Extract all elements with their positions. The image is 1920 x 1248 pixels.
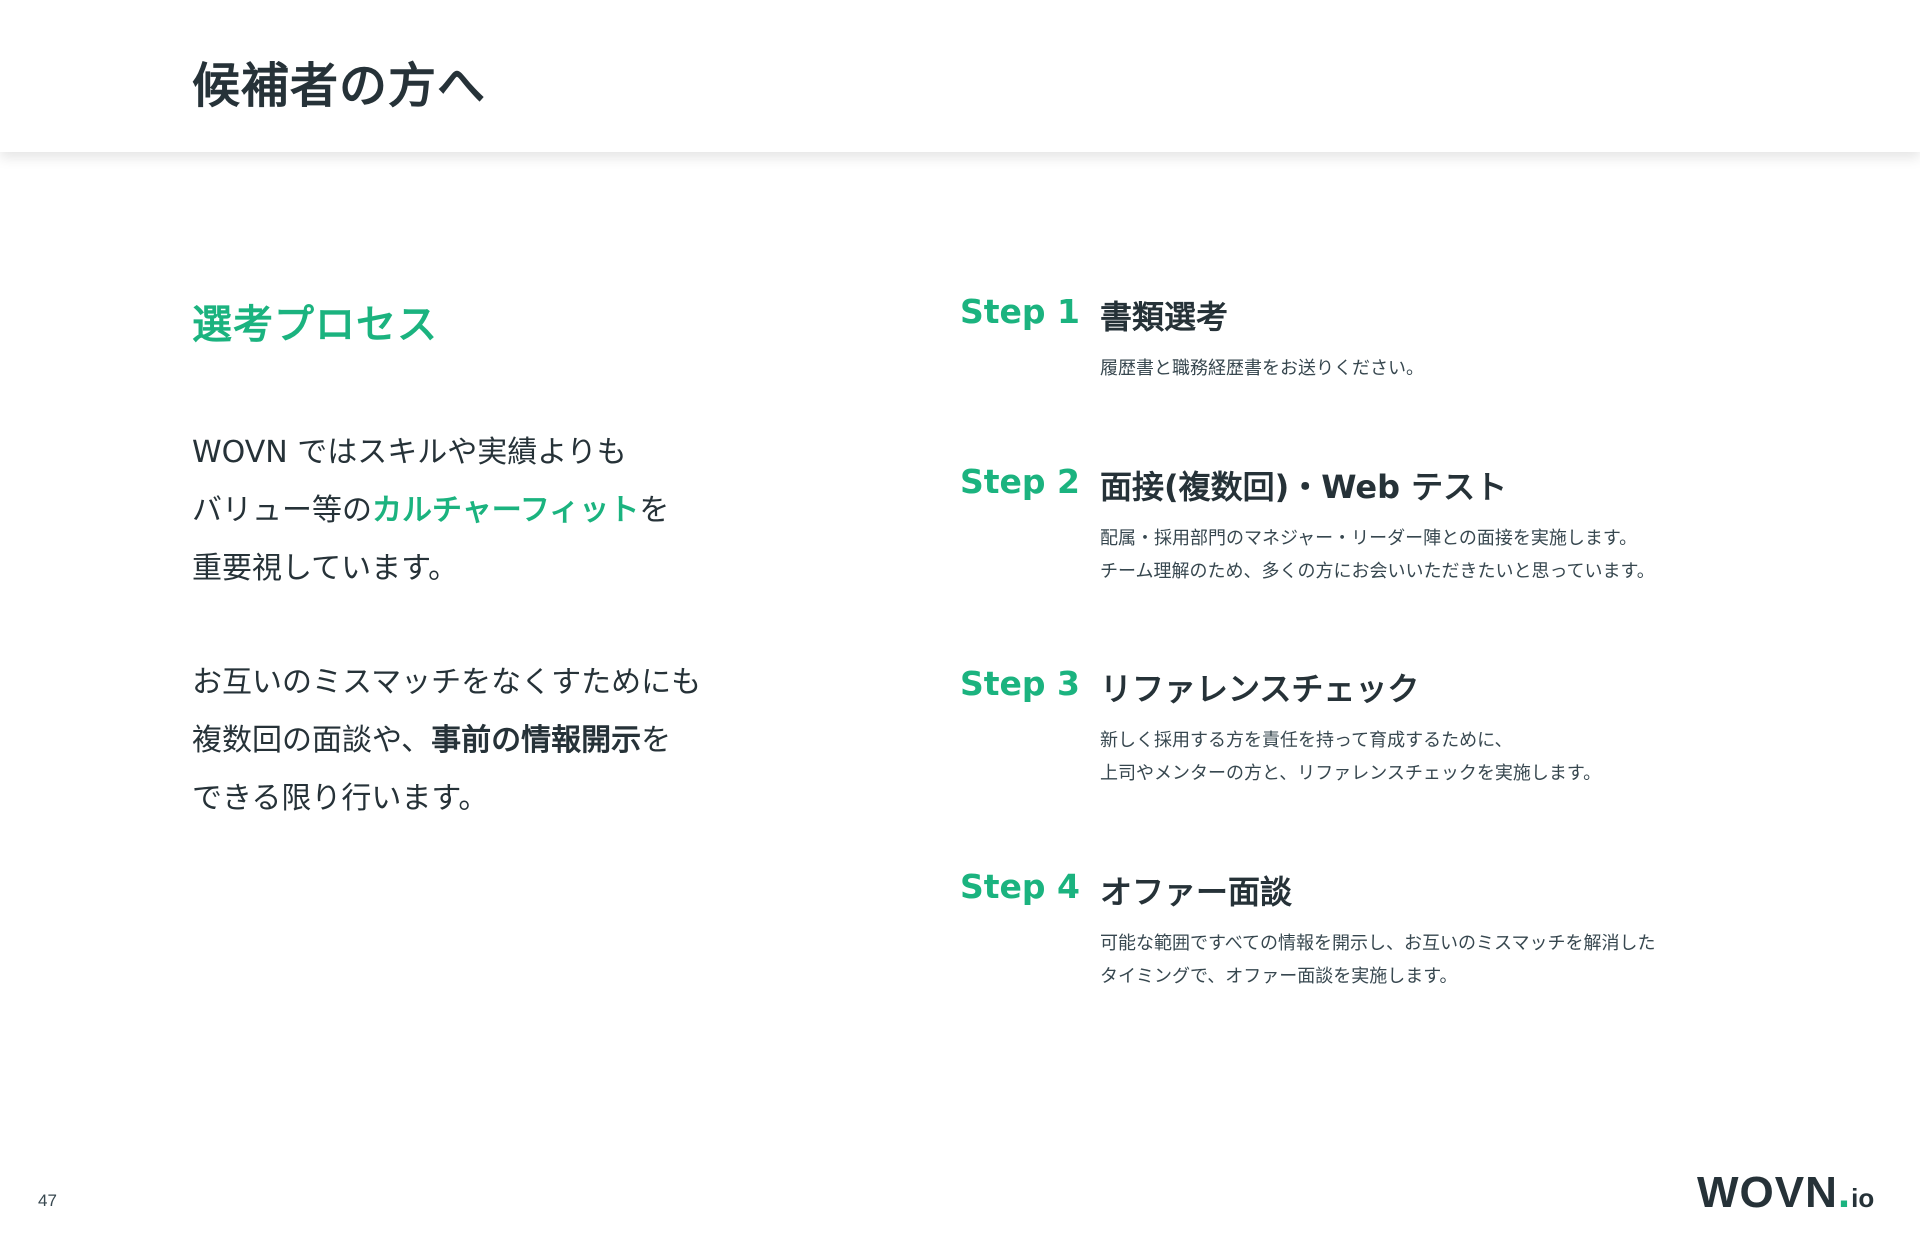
intro-line-2-pre: バリュー等の: [192, 493, 372, 528]
culture-fit-highlight: カルチャーフィット: [372, 493, 640, 528]
step-1-label: Step 1: [960, 292, 1080, 331]
intro-line-2-post: を: [639, 493, 670, 528]
section-title: 選考プロセス: [192, 302, 438, 348]
wovn-logo: WOVN.io: [1697, 1168, 1874, 1218]
step-2-desc-line-1: 配属・採用部門のマネジャー・リーダー陣との面接を実施します。: [1100, 528, 1638, 549]
mismatch-line-2-post: を: [641, 723, 672, 758]
mismatch-line-1: お互いのミスマッチをなくすためにも: [192, 665, 702, 700]
logo-wordmark: WOVN: [1697, 1168, 1838, 1217]
step-4-desc-line-2: タイミングで、オファー面談を実施します。: [1100, 966, 1458, 987]
page-title: 候補者の方へ: [192, 58, 487, 114]
intro-line-1: WOVN ではスキルや実績よりも: [192, 435, 627, 470]
intro-line-3: 重要視しています。: [192, 551, 459, 586]
step-4-description: 可能な範囲ですべての情報を開示し、お互いのミスマッチを解消した タイミングで、オ…: [1100, 927, 1655, 993]
step-2-title: 面接(複数回)・Web テスト: [1100, 468, 1508, 506]
mismatch-line-3: できる限り行います。: [192, 781, 489, 816]
step-2-description: 配属・採用部門のマネジャー・リーダー陣との面接を実施します。 チーム理解のため、…: [1100, 522, 1655, 588]
logo-dot: .: [1837, 1168, 1852, 1217]
step-3-description: 新しく採用する方を責任を持って育成するために、 上司やメンターの方と、リファレン…: [1100, 724, 1601, 790]
step-4-title: オファー面談: [1100, 873, 1293, 911]
page-number: 47: [38, 1191, 57, 1210]
step-1-description: 履歴書と職務経歴書をお送りください。: [1100, 352, 1424, 385]
info-disclosure-bold: 事前の情報開示: [431, 723, 642, 758]
step-1-title: 書類選考: [1100, 298, 1229, 336]
step-4-desc-line-1: 可能な範囲ですべての情報を開示し、お互いのミスマッチを解消した: [1100, 933, 1656, 954]
step-3-desc-line-1: 新しく採用する方を責任を持って育成するために、: [1100, 730, 1513, 751]
mismatch-line-2-pre: 複数回の面談や、: [192, 723, 432, 758]
mismatch-line-2: 複数回の面談や、事前の情報開示を: [192, 712, 701, 770]
intro-paragraph: WOVN ではスキルや実績よりも バリュー等のカルチャーフィットを 重要視してい…: [192, 424, 669, 598]
step-4-label: Step 4: [960, 867, 1080, 906]
step-3-label: Step 3: [960, 664, 1080, 703]
step-2-label: Step 2: [960, 462, 1080, 501]
step-3-title: リファレンスチェック: [1100, 670, 1420, 708]
mismatch-paragraph: お互いのミスマッチをなくすためにも 複数回の面談や、事前の情報開示を できる限り…: [192, 654, 701, 828]
step-1-desc-line-1: 履歴書と職務経歴書をお送りください。: [1100, 358, 1424, 379]
step-3-desc-line-2: 上司やメンターの方と、リファレンスチェックを実施します。: [1100, 763, 1602, 784]
page-header: 候補者の方へ: [0, 0, 1920, 152]
intro-line-2: バリュー等のカルチャーフィットを: [192, 482, 669, 540]
step-2-desc-line-2: チーム理解のため、多くの方にお会いいただきたいと思っています。: [1100, 561, 1655, 582]
logo-suffix: io: [1851, 1183, 1875, 1213]
